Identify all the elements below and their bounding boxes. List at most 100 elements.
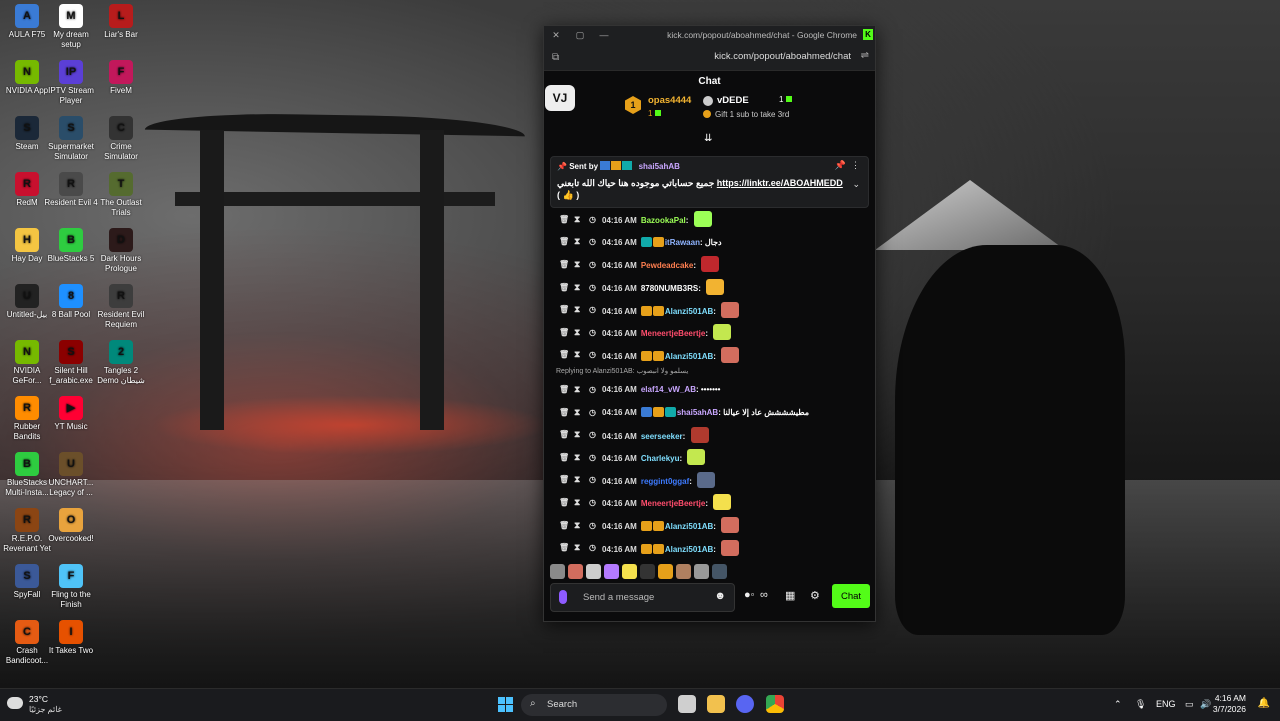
desktop-icon[interactable]: L Liar's Bar <box>94 4 148 40</box>
timeout-icon[interactable]: ◷ <box>589 475 596 484</box>
message-username[interactable]: Alanzi501AB <box>665 352 713 361</box>
message-username[interactable]: Alanzi501AB <box>665 545 713 554</box>
message-username[interactable]: elaf14_vW_AB <box>641 385 696 394</box>
delete-icon[interactable]: 🗑 <box>559 521 569 530</box>
timeout-icon[interactable]: ◷ <box>589 498 596 507</box>
microphone-icon[interactable]: 🎙 <box>1135 699 1146 710</box>
delete-icon[interactable]: 🗑 <box>559 260 569 269</box>
weather-temp[interactable]: 23°C <box>29 694 48 704</box>
emote-icon[interactable] <box>713 494 732 511</box>
window-titlebar[interactable]: ✕ ▢ — kick.com/popout/aboahmed/chat - Go… <box>544 26 875 44</box>
channel-logo[interactable]: VJ <box>545 85 575 111</box>
taskbar-search[interactable]: ⌕ Search <box>521 694 667 716</box>
chat-message[interactable]: 🗑 ⧗ ◷ 04:16 AM Alanzi501AB: <box>544 536 875 559</box>
ban-icon[interactable]: ⧗ <box>574 520 580 531</box>
delete-icon[interactable]: 🗑 <box>559 475 569 484</box>
infinity-icon[interactable]: ∞ <box>760 589 768 601</box>
minimize-icon[interactable]: — <box>592 30 616 40</box>
message-username[interactable]: 8780NUMB3RS <box>641 284 698 293</box>
chat-message[interactable]: 🗑 ⧗ ◷ 04:16 AM MeneertjeBeertje: <box>544 321 875 344</box>
emote-icon[interactable] <box>701 256 720 273</box>
timeout-icon[interactable]: ◷ <box>589 260 596 269</box>
ban-icon[interactable]: ⧗ <box>574 236 580 247</box>
desktop-icon[interactable]: B BlueStacks 5 <box>44 228 98 264</box>
timeout-icon[interactable]: ◷ <box>589 453 596 462</box>
emote-quickbar[interactable] <box>550 562 870 580</box>
desktop-icon[interactable]: U UNCHART... Legacy of ... <box>44 452 98 498</box>
emote-icon[interactable] <box>721 517 740 534</box>
desktop-icon[interactable]: F Fling to the Finish <box>44 564 98 610</box>
emote-icon[interactable] <box>658 563 673 579</box>
close-icon[interactable]: ✕ <box>544 30 568 41</box>
ban-icon[interactable]: ⧗ <box>574 304 580 315</box>
emote-icon[interactable] <box>712 563 727 579</box>
timeout-icon[interactable]: ◷ <box>589 237 596 246</box>
chevron-up-icon[interactable]: ⌃ <box>1114 699 1122 710</box>
emote-icon[interactable] <box>697 471 716 488</box>
weather-condition[interactable]: غائم جزئيًا <box>29 705 62 714</box>
delete-icon[interactable]: 🗑 <box>559 328 569 337</box>
delete-icon[interactable]: 🗑 <box>559 430 569 439</box>
task-view-icon[interactable] <box>678 695 696 713</box>
message-username[interactable]: shai5ahAB <box>677 408 718 417</box>
file-explorer-icon[interactable] <box>707 695 725 713</box>
timeout-icon[interactable]: ◷ <box>589 350 596 359</box>
pinned-username[interactable]: shai5ahAB <box>639 162 680 171</box>
emote-icon[interactable] <box>721 346 740 363</box>
message-username[interactable]: BazookaPal <box>641 216 686 225</box>
more-options-icon[interactable]: ⋮ <box>851 160 860 171</box>
delete-icon[interactable]: 🗑 <box>559 283 569 292</box>
monitor-icon[interactable]: ▭ <box>1185 699 1194 710</box>
windows-start-icon[interactable] <box>498 697 513 712</box>
emote-icon[interactable] <box>687 449 706 466</box>
chat-message[interactable]: 🗑 ⧗ ◷ 04:16 AM elaf14_vW_AB: ••••••• <box>544 378 875 401</box>
chat-message[interactable]: 🗑 ⧗ ◷ 04:16 AM BazookaPal: <box>544 208 875 231</box>
delete-icon[interactable]: 🗑 <box>559 498 569 507</box>
chat-message[interactable]: 🗑 ⧗ ◷ 04:16 AM itRawaan: دجال <box>544 231 875 254</box>
chat-message[interactable]: 🗑 ⧗ ◷ 04:16 AM 8780NUMB3RS: <box>544 276 875 299</box>
chat-message[interactable]: 🗑 ⧗ ◷ 04:16 AM shai5ahAB: مطيشششش عاد إلا عي… <box>544 401 875 424</box>
leaderboard-top-user[interactable]: opas4444 <box>648 95 691 106</box>
language-indicator[interactable]: ENG <box>1156 699 1176 709</box>
tune-icon[interactable]: ⇌ <box>861 50 869 61</box>
emote-icon[interactable] <box>694 563 709 579</box>
ban-icon[interactable]: ⧗ <box>574 407 580 418</box>
mic-icon[interactable] <box>559 590 567 604</box>
delete-icon[interactable]: 🗑 <box>559 237 569 246</box>
pinned-message[interactable]: 📌 Sent by shai5ahAB 📌 ⋮ جميع حساباتي موج… <box>550 156 869 208</box>
weather-cloud-icon[interactable] <box>7 697 23 709</box>
chat-messages[interactable]: 🗑 ⧗ ◷ 04:16 AM BazookaPal: 🗑 ⧗ ◷ 04:16 AM itRawa… <box>544 208 875 563</box>
timeout-icon[interactable]: ◷ <box>589 521 596 530</box>
settings-gear-icon[interactable]: ⚙ <box>810 589 820 602</box>
address-bar[interactable]: ⧉ kick.com/popout/aboahmed/chat ⇌ <box>544 44 875 71</box>
emote-icon[interactable] <box>721 301 740 318</box>
ban-icon[interactable]: ⧗ <box>574 214 580 225</box>
system-clock[interactable]: 4:16 AM 3/7/2026 <box>1213 693 1246 715</box>
timeout-icon[interactable]: ◷ <box>589 408 596 417</box>
chat-message[interactable]: 🗑 ⧗ ◷ 04:16 AM MeneertjeBeertje: <box>544 491 875 514</box>
desktop-icon[interactable]: T The Outlast Trials <box>94 172 148 218</box>
notification-bell-icon[interactable]: 🔔 <box>1258 698 1270 709</box>
chat-message[interactable]: 🗑 ⧗ ◷ 04:16 AM Pewdeadcake: <box>544 253 875 276</box>
delete-icon[interactable]: 🗑 <box>559 453 569 462</box>
maximize-icon[interactable]: ▢ <box>568 30 592 41</box>
ban-icon[interactable]: ⧗ <box>574 327 580 338</box>
message-username[interactable]: seerseeker <box>641 432 683 441</box>
desktop-icon[interactable]: R Resident Evil 4 <box>44 172 98 208</box>
desktop-icon[interactable]: O Overcooked! <box>44 508 98 544</box>
message-username[interactable]: Alanzi501AB <box>665 522 713 531</box>
gift-box-icon[interactable]: ▦ <box>785 589 795 602</box>
ban-icon[interactable]: ⧗ <box>574 474 580 485</box>
message-username[interactable]: Pewdeadcake <box>641 261 693 270</box>
ban-icon[interactable]: ⧗ <box>574 282 580 293</box>
ban-icon[interactable]: ⧗ <box>574 452 580 463</box>
timeout-icon[interactable]: ◷ <box>589 328 596 337</box>
desktop-icon[interactable]: ▶ YT Music <box>44 396 98 432</box>
desktop-icon[interactable]: I It Takes Two <box>44 620 98 656</box>
chat-message[interactable]: 🗑 ⧗ ◷ 04:16 AM Alanzi501AB: <box>544 514 875 537</box>
message-username[interactable]: reggint0ggaf <box>641 477 689 486</box>
volume-icon[interactable]: 🔊 <box>1200 699 1211 710</box>
ban-icon[interactable]: ⧗ <box>574 429 580 440</box>
gift-prompt[interactable]: Gift 1 sub to take 3rd <box>703 110 789 119</box>
timeout-icon[interactable]: ◷ <box>589 385 596 394</box>
